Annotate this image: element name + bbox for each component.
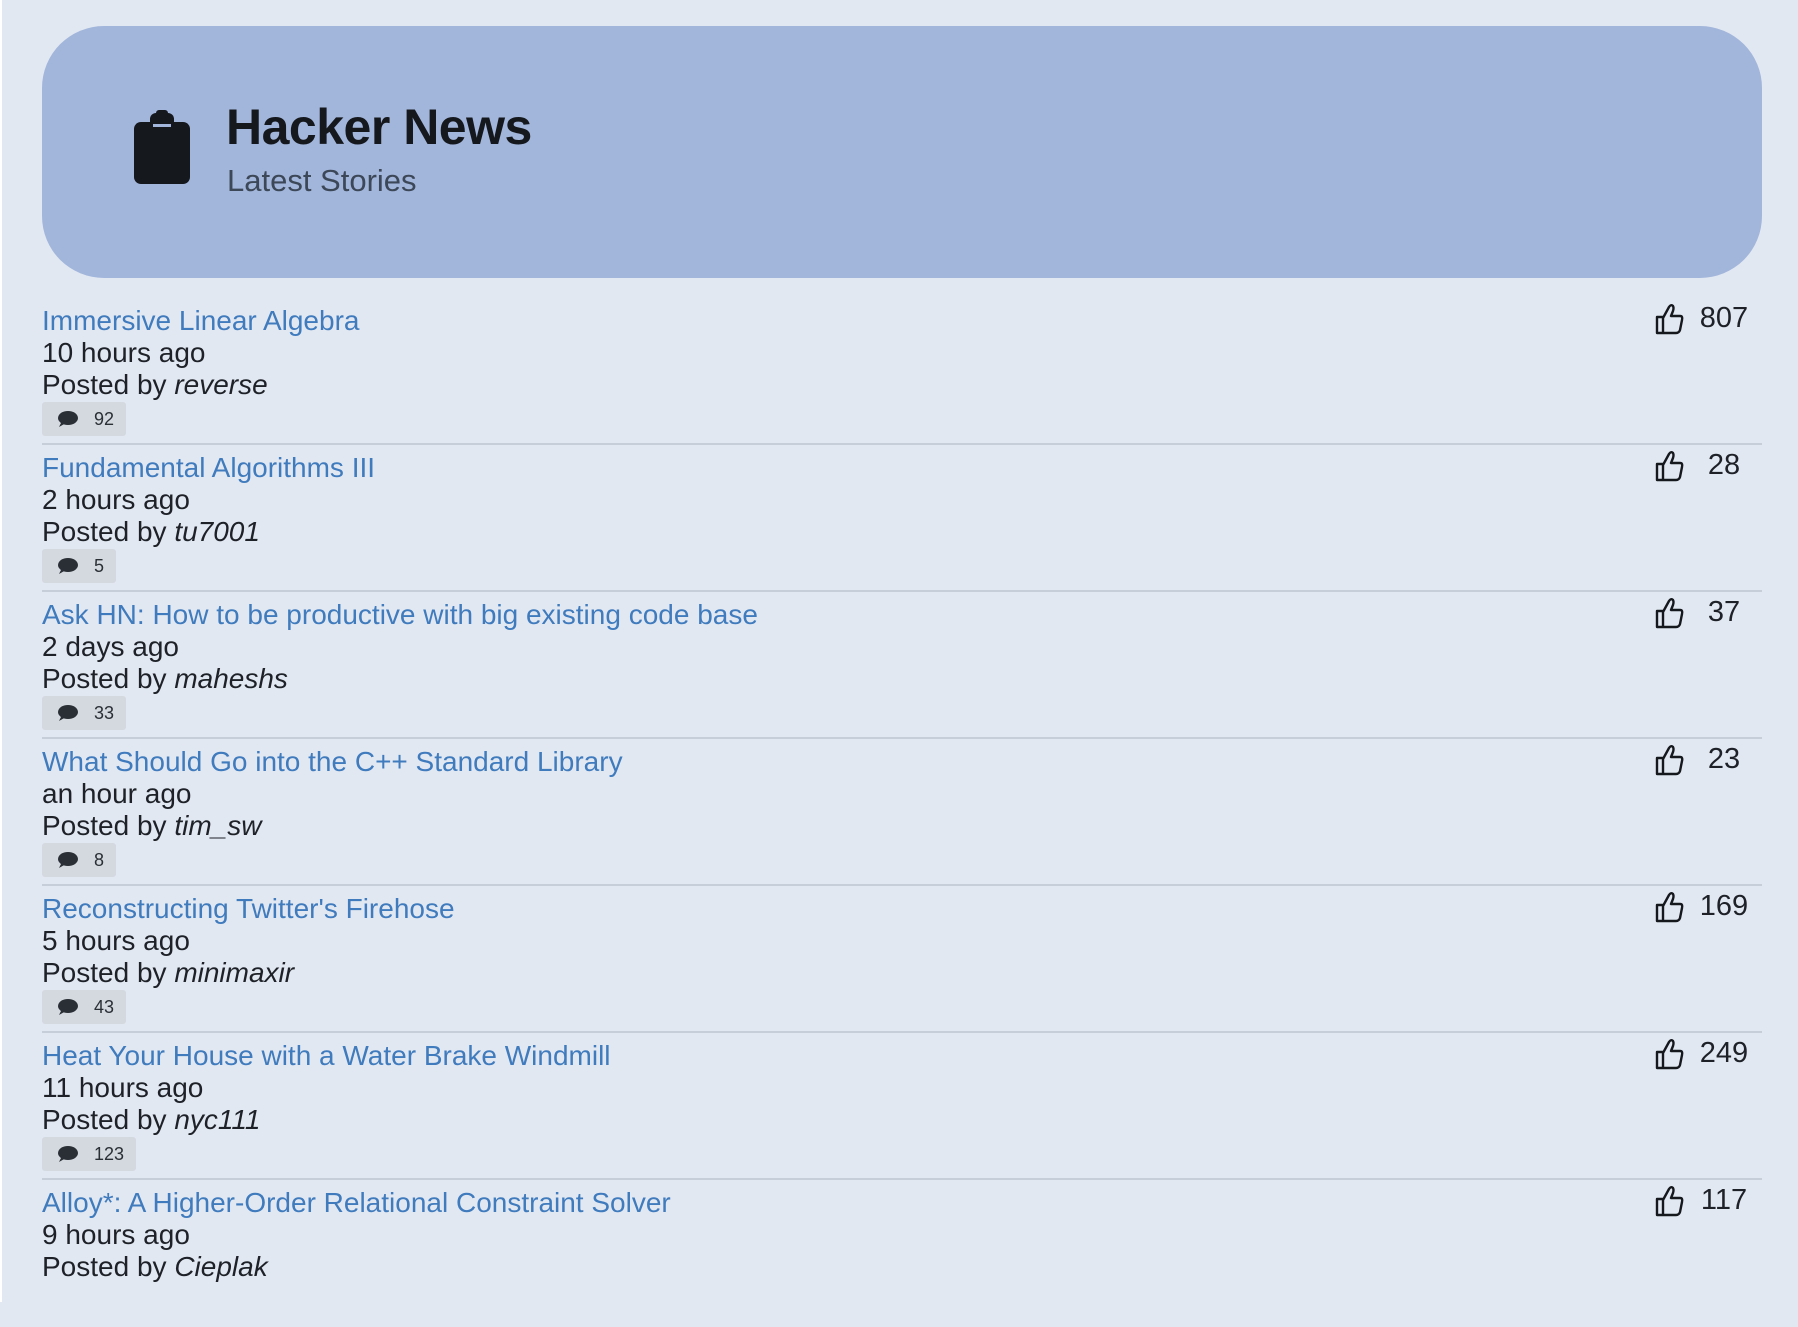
posted-by-label: Posted by (42, 663, 167, 694)
vote-box: 117 (1654, 1184, 1752, 1217)
thumbs-up-icon[interactable] (1654, 1038, 1684, 1070)
story-time: 9 hours ago (42, 1219, 190, 1250)
comment-count: 33 (94, 702, 115, 723)
story-author: nyc111 (174, 1104, 261, 1135)
comments-badge[interactable]: 33 (42, 696, 127, 730)
story-author: Cieplak (174, 1251, 268, 1282)
comment-count: 123 (94, 1143, 125, 1164)
vote-count: 23 (1707, 743, 1741, 775)
page-subtitle: Latest Stories (227, 163, 417, 198)
story-time: 2 days ago (42, 631, 179, 662)
story-author: reverse (174, 369, 268, 400)
story-author: maheshs (174, 663, 288, 694)
story-author-line: Posted by Cieplak (42, 1251, 268, 1283)
story-time: 11 hours ago (42, 1072, 204, 1103)
vote-box: 249 (1654, 1037, 1752, 1070)
page-title: Hacker News (226, 99, 532, 155)
clipboard-icon (134, 110, 190, 184)
story-title-link[interactable]: Fundamental Algorithms III (42, 452, 375, 484)
story-item: Heat Your House with a Water Brake Windm… (42, 1033, 1762, 1180)
thumbs-up-icon[interactable] (1654, 450, 1684, 482)
story-time: an hour ago (42, 778, 192, 809)
thumbs-up-icon[interactable] (1654, 597, 1684, 629)
story-author-line: Posted by maheshs (42, 663, 288, 695)
story-item: Ask HN: How to be productive with big ex… (42, 592, 1762, 739)
story-title-link[interactable]: Ask HN: How to be productive with big ex… (42, 599, 758, 631)
comment-icon (58, 558, 78, 574)
comments-badge[interactable]: 123 (42, 1137, 137, 1171)
vote-box: 169 (1654, 890, 1752, 923)
comment-icon (58, 411, 78, 427)
story-item: Immersive Linear Algebra 10 hours ago Po… (42, 298, 1762, 445)
thumbs-up-icon[interactable] (1654, 744, 1684, 776)
vote-count: 249 (1699, 1037, 1749, 1069)
story-author-line: Posted by tu7001 (42, 516, 260, 548)
story-time: 10 hours ago (42, 337, 206, 368)
story-author-line: Posted by nyc111 (42, 1104, 260, 1136)
comment-icon (58, 705, 78, 721)
posted-by-label: Posted by (42, 516, 167, 547)
vote-box: 23 (1654, 743, 1752, 776)
vote-count: 169 (1699, 890, 1749, 922)
story-title-link[interactable]: What Should Go into the C++ Standard Lib… (42, 746, 623, 778)
story-list: Immersive Linear Algebra 10 hours ago Po… (42, 298, 1762, 1327)
posted-by-label: Posted by (42, 1251, 167, 1282)
vote-box: 37 (1654, 596, 1752, 629)
story-author-line: Posted by minimaxir (42, 957, 294, 989)
vote-count: 37 (1707, 596, 1741, 628)
story-author: minimaxir (174, 957, 295, 988)
posted-by-label: Posted by (42, 957, 167, 988)
comments-badge[interactable]: 43 (42, 990, 127, 1024)
comment-icon (58, 1146, 78, 1162)
thumbs-up-icon[interactable] (1654, 891, 1684, 923)
page-left-edge (0, 0, 2, 1302)
comment-count: 43 (94, 996, 115, 1017)
thumbs-up-icon[interactable] (1654, 303, 1684, 335)
story-item: Fundamental Algorithms III 2 hours ago P… (42, 445, 1762, 592)
story-author-line: Posted by reverse (42, 369, 268, 401)
story-author: tu7001 (174, 516, 260, 547)
thumbs-up-icon[interactable] (1654, 1185, 1684, 1217)
story-time: 5 hours ago (42, 925, 190, 956)
comment-count: 8 (94, 849, 105, 870)
vote-count: 807 (1699, 302, 1749, 334)
posted-by-label: Posted by (42, 369, 167, 400)
story-author: tim_sw (174, 810, 262, 841)
header-banner: Hacker News Latest Stories (42, 26, 1762, 278)
comments-badge[interactable]: 8 (42, 843, 117, 877)
vote-box: 28 (1654, 449, 1752, 482)
story-item: What Should Go into the C++ Standard Lib… (42, 739, 1762, 886)
story-item: Reconstructing Twitter's Firehose 5 hour… (42, 886, 1762, 1033)
comments-badge[interactable]: 92 (42, 402, 127, 436)
story-title-link[interactable]: Immersive Linear Algebra (42, 305, 359, 337)
story-time: 2 hours ago (42, 484, 190, 515)
vote-count: 117 (1700, 1184, 1748, 1216)
comment-count: 5 (94, 555, 105, 576)
story-title-link[interactable]: Heat Your House with a Water Brake Windm… (42, 1040, 611, 1072)
vote-box: 807 (1654, 302, 1752, 335)
vote-count: 28 (1707, 449, 1741, 481)
comment-count: 92 (94, 408, 115, 429)
story-title-link[interactable]: Reconstructing Twitter's Firehose (42, 893, 455, 925)
comment-icon (58, 852, 78, 868)
comment-icon (58, 999, 78, 1015)
story-item: Alloy*: A Higher-Order Relational Constr… (42, 1180, 1762, 1327)
posted-by-label: Posted by (42, 1104, 167, 1135)
story-title-link[interactable]: Alloy*: A Higher-Order Relational Constr… (42, 1187, 671, 1219)
comments-badge[interactable]: 5 (42, 549, 117, 583)
story-author-line: Posted by tim_sw (42, 810, 261, 842)
posted-by-label: Posted by (42, 810, 167, 841)
